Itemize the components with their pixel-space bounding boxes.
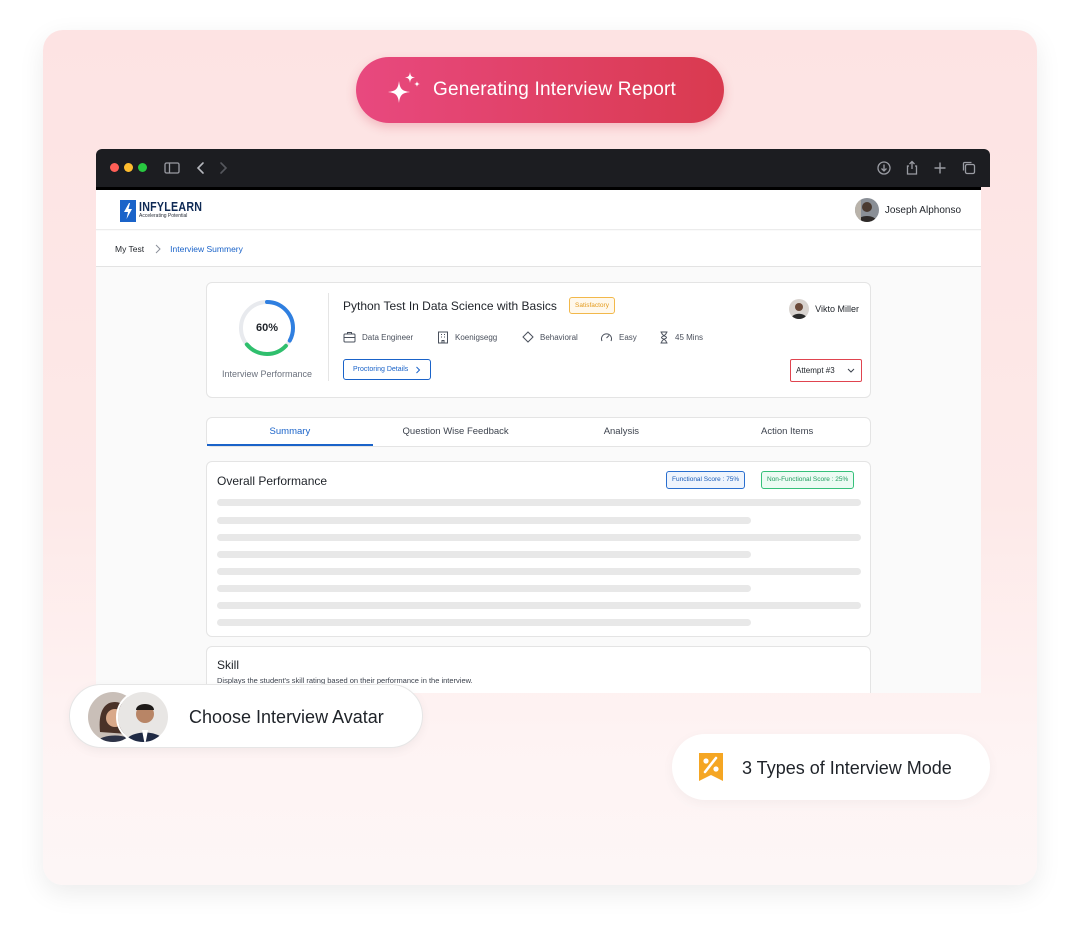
divider — [328, 293, 329, 381]
user-menu[interactable]: Joseph Alphonso — [854, 198, 961, 222]
breadcrumb-my-test[interactable]: My Test — [115, 244, 144, 254]
choose-avatar-pill[interactable]: Choose Interview Avatar — [69, 684, 423, 748]
app-page: INFYLEARN Accelerating Potential Joseph … — [96, 187, 981, 693]
overall-performance-card: Overall Performance Functional Score : 7… — [206, 461, 871, 637]
skeleton-line — [217, 568, 861, 575]
tab-analysis[interactable]: Analysis — [539, 418, 705, 446]
new-tab-icon[interactable] — [931, 159, 949, 177]
tab-summary[interactable]: Summary — [207, 418, 373, 446]
performance-percent: 60% — [255, 322, 279, 334]
user-avatar — [854, 198, 879, 222]
diamond-icon — [522, 331, 534, 343]
performance-label: Interview Performance — [221, 369, 313, 379]
choose-avatar-label: Choose Interview Avatar — [189, 707, 384, 727]
interview-modes-label: 3 Types of Interview Mode — [742, 758, 952, 778]
close-window-button[interactable] — [110, 163, 119, 172]
skeleton-line — [217, 585, 751, 592]
sidebar-toggle-icon[interactable] — [163, 159, 181, 177]
skeleton-line — [217, 602, 861, 609]
breadcrumb-current[interactable]: Interview Summery — [170, 244, 243, 254]
banner-title: Generating Interview Report — [433, 79, 677, 100]
hourglass-icon — [660, 331, 668, 344]
percent-ribbon-icon — [699, 753, 723, 781]
meta-duration: 45 Mins — [659, 331, 703, 344]
building-icon — [438, 331, 448, 344]
minimize-window-button[interactable] — [124, 163, 133, 172]
meta-difficulty: Easy — [600, 331, 637, 343]
skeleton-line — [217, 499, 861, 506]
breadcrumb: My Test Interview Summery — [96, 231, 981, 267]
generating-report-banner: Generating Interview Report — [356, 57, 724, 123]
skeleton-line — [217, 551, 751, 558]
male-avatar — [116, 690, 170, 744]
skeleton-line — [217, 534, 861, 541]
proctoring-details-button[interactable]: Proctoring Details — [343, 359, 431, 380]
chevron-right-icon — [416, 366, 421, 373]
meta-type: Behavioral — [522, 331, 578, 343]
performance-card: 60% Interview Performance Python Test In… — [206, 282, 871, 398]
candidate-info: Vikto Miller — [789, 299, 859, 319]
browser-toolbar — [96, 149, 990, 187]
skeleton-line — [217, 619, 751, 626]
report-tabs: Summary Question Wise Feedback Analysis … — [206, 417, 871, 447]
briefcase-icon — [343, 332, 356, 343]
tab-action-items[interactable]: Action Items — [704, 418, 870, 446]
skill-title: Skill — [217, 658, 240, 672]
maximize-window-button[interactable] — [138, 163, 147, 172]
non-functional-score-badge: Non-Functional Score : 25% — [761, 471, 855, 489]
interview-modes-pill[interactable]: 3 Types of Interview Mode — [672, 734, 990, 800]
gauge-icon — [601, 333, 612, 342]
forward-icon[interactable] — [214, 159, 232, 177]
sparkle-icon — [388, 72, 420, 103]
tab-question-wise-feedback[interactable]: Question Wise Feedback — [373, 418, 539, 446]
performance-ring: 60% — [237, 298, 297, 358]
chevron-down-icon — [847, 368, 855, 373]
brand-logo[interactable]: INFYLEARN Accelerating Potential — [120, 200, 216, 222]
attempt-dropdown[interactable]: Attempt #3 — [790, 359, 862, 382]
test-title: Python Test In Data Science with Basics — [343, 299, 557, 313]
app-header: INFYLEARN Accelerating Potential Joseph … — [96, 190, 981, 230]
chevron-right-icon — [155, 244, 161, 253]
status-badge: Satisfactory — [569, 297, 615, 314]
functional-score-badge: Functional Score : 75% — [666, 471, 746, 489]
candidate-name: Vikto Miller — [815, 304, 859, 314]
user-name: Joseph Alphonso — [884, 204, 961, 216]
tabs-overview-icon[interactable] — [960, 159, 978, 177]
overall-performance-title: Overall Performance — [217, 474, 328, 488]
share-icon[interactable] — [903, 159, 921, 177]
meta-company: Koenigsegg — [437, 331, 497, 344]
brand-tagline: Accelerating Potential — [139, 213, 188, 219]
bolt-icon — [120, 200, 136, 222]
meta-role: Data Engineer — [343, 331, 413, 343]
back-icon[interactable] — [192, 159, 210, 177]
download-icon[interactable] — [875, 159, 893, 177]
browser-window: INFYLEARN Accelerating Potential Joseph … — [96, 149, 990, 693]
brand-name: INFYLEARN — [139, 199, 203, 214]
skeleton-line — [217, 517, 751, 524]
candidate-avatar — [789, 299, 810, 319]
